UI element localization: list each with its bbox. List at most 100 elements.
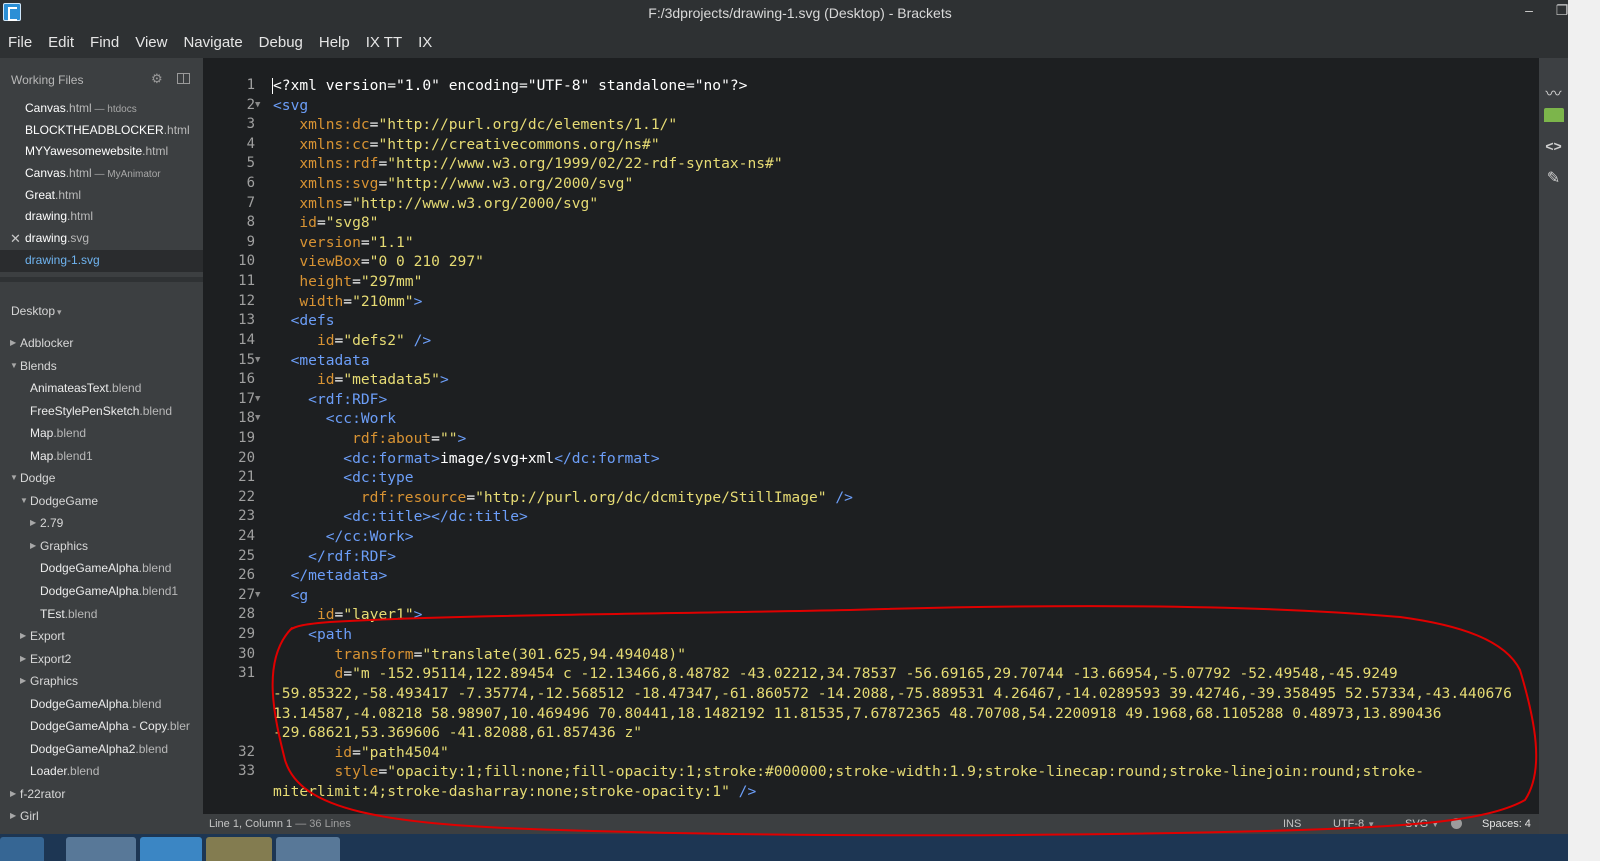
code-line[interactable]: id="layer1"> (273, 605, 1535, 625)
minimize-button[interactable]: – (1513, 1, 1545, 21)
code-line[interactable]: id="path4504" (273, 743, 1535, 763)
code-line[interactable]: style="opacity:1;fill:none;fill-opacity:… (273, 762, 1535, 814)
tree-file[interactable]: DodgeGameAlpha.blend (0, 693, 203, 716)
working-file-item[interactable]: MYYawesomewebsite.html (0, 141, 203, 163)
tree-folder[interactable]: ▶ Graphics (0, 535, 203, 558)
fold-toggle-icon[interactable]: ▼ (255, 96, 260, 116)
insert-mode-toggle[interactable]: INS (1283, 818, 1301, 830)
taskbar-app-button[interactable] (140, 837, 202, 861)
lint-status-icon[interactable] (1451, 818, 1462, 829)
code-line[interactable]: id="metadata5"> (273, 370, 1535, 390)
chevron-right-icon[interactable]: ▶ (20, 648, 26, 671)
code-line[interactable]: <svg (273, 96, 1535, 116)
tree-file[interactable]: DodgeGameAlpha.blend1 (0, 580, 203, 603)
code-line[interactable]: <dc:format>image/svg+xml</dc:format> (273, 449, 1535, 469)
code-line[interactable]: id="svg8" (273, 213, 1535, 233)
working-file-item[interactable]: Canvas.html — htdocs (0, 98, 203, 120)
code-line[interactable]: xmlns:cc="http://creativecommons.org/ns#… (273, 135, 1535, 155)
tree-file[interactable]: Map.blend (0, 422, 203, 445)
menu-find[interactable]: Find (90, 34, 119, 51)
menu-ix[interactable]: IX (418, 34, 432, 51)
chevron-down-icon[interactable]: ▼ (10, 467, 18, 490)
code-line[interactable]: rdf:about=""> (273, 429, 1535, 449)
code-line[interactable]: id="defs2" /> (273, 331, 1535, 351)
chevron-down-icon[interactable]: ▼ (10, 355, 18, 378)
menu-debug[interactable]: Debug (259, 34, 303, 51)
code-line[interactable]: version="1.1" (273, 233, 1535, 253)
code-line[interactable]: xmlns:svg="http://www.w3.org/2000/svg" (273, 174, 1535, 194)
tree-folder[interactable]: ▶ Adblocker (0, 332, 203, 355)
code-line[interactable]: viewBox="0 0 210 297" (273, 252, 1535, 272)
project-dropdown[interactable]: Desktop ▾ (11, 304, 62, 318)
extension-manager-icon[interactable] (1544, 108, 1564, 122)
tree-file[interactable]: DodgeGameAlpha2.blend (0, 738, 203, 761)
code-line[interactable]: height="297mm" (273, 272, 1535, 292)
menu-help[interactable]: Help (319, 34, 350, 51)
tree-file[interactable]: DodgeGameAlpha.blend (0, 557, 203, 580)
language-select[interactable]: SVG ▼ (1405, 818, 1439, 830)
tree-file[interactable]: AnimateasText.blend (0, 377, 203, 400)
tree-folder[interactable]: ▶ Export2 (0, 648, 203, 671)
code-line[interactable]: <metadata (273, 351, 1535, 371)
encoding-select[interactable]: UTF-8 ▼ (1333, 818, 1375, 830)
chevron-right-icon[interactable]: ▶ (10, 783, 16, 806)
tree-folder[interactable]: ▶ f-22rator (0, 783, 203, 806)
code-line[interactable]: <defs (273, 311, 1535, 331)
chevron-right-icon[interactable]: ▶ (10, 805, 16, 828)
code-line[interactable]: </rdf:RDF> (273, 547, 1535, 567)
live-preview-icon[interactable]: 〰 (1539, 80, 1568, 104)
tree-file[interactable]: Loader.blend (0, 760, 203, 783)
code-line[interactable]: <rdf:RDF> (273, 390, 1535, 410)
code-line[interactable]: width="210mm"> (273, 292, 1535, 312)
taskbar-app-button[interactable] (206, 837, 272, 861)
code-editor[interactable]: 1 2 ▼ 3 4 5 6 7 8 9 10 11 12 13 14 15 ▼ 16 17 ▼ 18 ▼ 19 20 21 22 2… (203, 58, 1539, 814)
tree-file[interactable]: Map.blend1 (0, 445, 203, 468)
menu-navigate[interactable]: Navigate (183, 34, 242, 51)
menu-edit[interactable]: Edit (48, 34, 74, 51)
indent-spaces-select[interactable]: Spaces: 4 (1482, 818, 1531, 830)
tree-folder[interactable]: ▶ Export (0, 625, 203, 648)
tools-icon[interactable]: ✎ (1539, 168, 1568, 188)
tree-folder[interactable]: ▼ DodgeGame (0, 490, 203, 513)
code-line[interactable]: <g (273, 586, 1535, 606)
code-line[interactable]: <?xml version="1.0" encoding="UTF-8" sta… (272, 76, 1535, 96)
fold-toggle-icon[interactable]: ▼ (255, 390, 260, 410)
code-line[interactable]: </metadata> (273, 566, 1535, 586)
tree-folder[interactable]: ▶ Graphics (0, 670, 203, 693)
start-button[interactable] (0, 837, 44, 861)
fold-toggle-icon[interactable]: ▼ (255, 586, 260, 606)
code-line[interactable]: <dc:title></dc:title> (273, 507, 1535, 527)
chevron-right-icon[interactable]: ▶ (10, 332, 16, 355)
code-line[interactable]: xmlns:rdf="http://www.w3.org/1999/02/22-… (273, 154, 1535, 174)
code-line[interactable]: rdf:resource="http://purl.org/dc/dcmityp… (273, 488, 1535, 508)
code-line[interactable]: </cc:Work> (273, 527, 1535, 547)
code-line[interactable]: xmlns="http://www.w3.org/2000/svg" (273, 194, 1535, 214)
code-content[interactable]: <?xml version="1.0" encoding="UTF-8" sta… (272, 76, 1535, 814)
working-file-item[interactable]: drawing-1.svg (0, 249, 203, 272)
taskbar-app-button[interactable] (66, 837, 136, 861)
chevron-right-icon[interactable]: ▶ (20, 670, 26, 693)
chevron-down-icon[interactable]: ▼ (20, 490, 28, 513)
tree-file[interactable]: DodgeGameAlpha - Copy.bler (0, 715, 203, 738)
menu-file[interactable]: File (8, 34, 32, 51)
code-line[interactable]: <cc:Work (273, 409, 1535, 429)
chevron-right-icon[interactable]: ▶ (20, 625, 26, 648)
menu-ix-tt[interactable]: IX TT (366, 34, 402, 51)
tree-folder[interactable]: ▶ 2.79 (0, 512, 203, 535)
code-line[interactable]: <dc:type (273, 468, 1535, 488)
tree-file[interactable]: FreeStylePenSketch.blend (0, 400, 203, 423)
code-line[interactable]: d="m -152.95114,122.89454 c -12.13466,8.… (273, 664, 1535, 742)
working-file-item[interactable]: drawing.html (0, 206, 203, 228)
fold-toggle-icon[interactable]: ▼ (255, 409, 260, 429)
working-file-item[interactable]: BLOCKTHEADBLOCKER.html (0, 120, 203, 142)
close-icon[interactable]: ✕ (10, 228, 21, 250)
menu-view[interactable]: View (135, 34, 167, 51)
chevron-right-icon[interactable]: ▶ (30, 512, 36, 535)
tree-folder[interactable]: ▶ Girl (0, 805, 203, 828)
tree-file[interactable]: TEst.blend (0, 603, 203, 626)
taskbar-app-button[interactable] (276, 837, 340, 861)
fold-toggle-icon[interactable]: ▼ (255, 351, 260, 371)
working-file-item[interactable]: Great.html (0, 185, 203, 207)
code-line[interactable]: <path (273, 625, 1535, 645)
code-line[interactable]: transform="translate(301.625,94.494048)" (273, 645, 1535, 665)
